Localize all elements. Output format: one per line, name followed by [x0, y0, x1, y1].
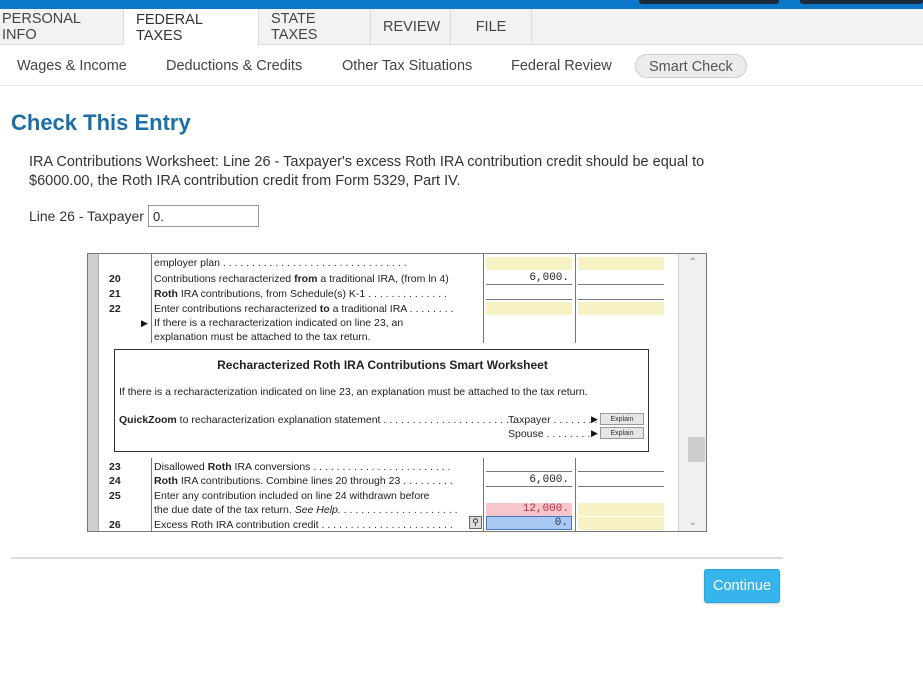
top-bar-button-2[interactable]	[800, 0, 923, 4]
line-number: 22	[109, 303, 121, 315]
row-25-text: Enter any contribution included on line …	[154, 490, 430, 502]
check-message: IRA Contributions Worksheet: Line 26 - T…	[29, 153, 749, 191]
row-20-text: Contributions recharacterized from a tra…	[154, 273, 449, 285]
continue-button[interactable]: Continue	[704, 569, 780, 603]
line-26-label: Line 26 - Taxpayer	[29, 208, 144, 224]
scroll-up-icon[interactable]: ⌃	[687, 257, 699, 269]
row-22-spouse-cell[interactable]	[578, 302, 664, 315]
subtab-smart-check[interactable]: Smart Check	[635, 54, 747, 78]
row-employer-text: employer plan . . . . . . . . . . . . . …	[154, 257, 407, 269]
tab-state-taxes[interactable]: STATE TAXES	[259, 9, 371, 45]
row-22-text: Enter contributions recharacterized to a…	[154, 303, 454, 315]
row-22-note-line-1: If there is a recharacterization indicat…	[154, 317, 404, 329]
line-number: 25	[109, 490, 121, 502]
row-22-taxpayer-cell[interactable]	[486, 302, 572, 315]
row-20-spouse-cell[interactable]	[578, 272, 664, 285]
worksheet-form[interactable]: employer plan . . . . . . . . . . . . . …	[87, 253, 707, 532]
top-bar-button-1[interactable]	[639, 0, 779, 4]
row-21-taxpayer-cell[interactable]	[486, 287, 572, 300]
line-number: 23	[109, 461, 121, 473]
smart-worksheet-box: Recharacterized Roth IRA Contributions S…	[114, 349, 649, 452]
tab-review[interactable]: REVIEW	[371, 9, 451, 45]
main-tabs: PERSONAL INFO FEDERAL TAXES STATE TAXES …	[0, 9, 923, 46]
scroll-down-icon[interactable]: ⌄	[687, 517, 699, 529]
quickzoom-text: QuickZoom to recharacterization explanat…	[119, 414, 515, 426]
spouse-arrow-icon: ▶	[591, 428, 598, 438]
row-24-text: Roth IRA contributions. Combine lines 20…	[154, 475, 453, 487]
row-employer-taxpayer-cell[interactable]	[486, 257, 572, 270]
subtab-wages-income[interactable]: Wages & Income	[17, 54, 127, 78]
line-26-taxpayer-input[interactable]	[148, 205, 259, 227]
form-divider	[151, 254, 152, 343]
form-left-margin	[88, 254, 99, 531]
spouse-label: Spouse . . . . . . . .	[508, 428, 591, 440]
row-24-spouse-cell[interactable]	[578, 474, 664, 487]
row-24-taxpayer-cell[interactable]: 6,000.	[486, 474, 572, 487]
line-number: 21	[109, 288, 121, 300]
row-25-spouse-cell[interactable]	[578, 503, 664, 516]
sub-tabs: Wages & Income Deductions & Credits Othe…	[0, 46, 923, 86]
row-26-spouse-cell[interactable]	[578, 517, 664, 530]
line-number: 24	[109, 475, 121, 487]
taxpayer-explain-button[interactable]: Explain	[600, 413, 644, 425]
taxpayer-arrow-icon: ▶	[591, 414, 598, 424]
row-26-taxpayer-cell[interactable]: 0.	[486, 516, 572, 530]
tab-file[interactable]: FILE	[451, 9, 532, 45]
row-23-taxpayer-cell[interactable]	[486, 459, 572, 472]
line-number: 20	[109, 273, 121, 285]
row-21-spouse-cell[interactable]	[578, 287, 664, 300]
form-divider	[575, 458, 576, 531]
subtab-federal-review[interactable]: Federal Review	[511, 54, 612, 78]
tab-personal-info[interactable]: PERSONAL INFO	[0, 9, 124, 45]
form-divider	[483, 458, 484, 531]
row-25-text-cont: the due date of the tax return. See Help…	[154, 504, 458, 516]
form-divider	[575, 254, 576, 343]
row-employer-spouse-cell[interactable]	[578, 257, 664, 270]
subtab-deductions-credits[interactable]: Deductions & Credits	[166, 54, 302, 78]
subtab-other-tax-situations[interactable]: Other Tax Situations	[342, 54, 472, 78]
row-25-taxpayer-cell[interactable]: 12,000.	[486, 503, 572, 516]
magnifier-icon[interactable]: ⚲	[469, 516, 482, 529]
row-26-text: Excess Roth IRA contribution credit . . …	[154, 519, 453, 531]
line-number: 26	[109, 519, 121, 531]
form-divider	[483, 254, 484, 343]
row-23-text: Disallowed Roth IRA conversions . . . . …	[154, 461, 451, 473]
row-21-text: Roth IRA contributions, from Schedule(s)…	[154, 288, 447, 300]
scroll-thumb[interactable]	[688, 437, 705, 462]
page-title: Check This Entry	[11, 110, 191, 135]
section-divider	[11, 557, 783, 559]
check-message-line-2: $6000.00, the Roth IRA contribution cred…	[29, 173, 461, 189]
top-bar	[0, 0, 923, 9]
spouse-explain-button[interactable]: Explain	[600, 427, 644, 439]
form-divider	[151, 458, 152, 531]
tab-federal-taxes[interactable]: FEDERAL TAXES	[124, 9, 259, 46]
row-22-note-line-2: explanation must be attached to the tax …	[154, 331, 371, 343]
note-arrow-icon: ▶	[141, 318, 148, 328]
form-scrollbar[interactable]: ⌃ ⌄	[678, 254, 706, 531]
check-message-line-1: IRA Contributions Worksheet: Line 26 - T…	[29, 154, 705, 170]
smart-worksheet-title: Recharacterized Roth IRA Contributions S…	[217, 358, 548, 372]
row-23-spouse-cell[interactable]	[578, 459, 664, 472]
row-20-taxpayer-cell[interactable]: 6,000.	[486, 272, 572, 285]
taxpayer-label: Taxpayer . . . . . . . .	[508, 414, 598, 426]
smart-worksheet-note: If there is a recharacterization indicat…	[119, 386, 588, 398]
